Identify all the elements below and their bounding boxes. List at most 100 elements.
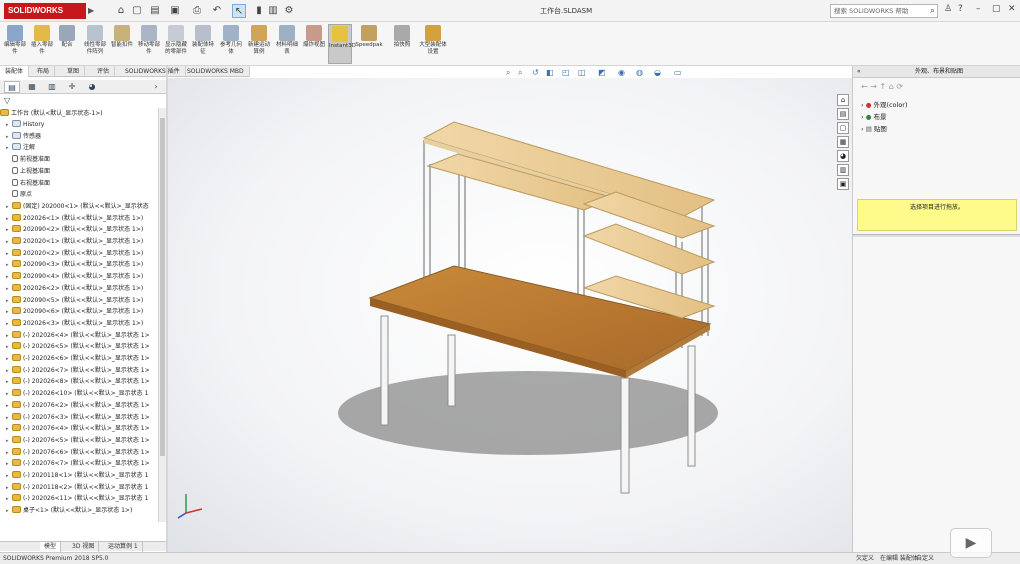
appearances-tab-icon[interactable]: ◕ (837, 150, 849, 162)
collapse-icon[interactable]: « (857, 66, 861, 78)
save-icon[interactable]: ▣ (168, 4, 182, 18)
tree-node[interactable]: ▸ (-) 202026<5> (默认<<默认>_显示状态 1> (0, 341, 158, 352)
edit-appearance-icon[interactable]: ◍ (636, 68, 643, 77)
command-tab-0[interactable]: 装配体 (0, 66, 30, 77)
tree-node[interactable]: 右视基准面 (0, 178, 158, 189)
status-units[interactable]: 自定义 (916, 554, 934, 564)
hide-show-icon[interactable]: ◉ (618, 68, 625, 77)
tree-node[interactable]: ▸ 202026<3> (默认<<默认>_显示状态 1>) (0, 318, 158, 329)
view-settings-icon[interactable]: ▭ (674, 68, 682, 77)
bottom-tab-0[interactable]: 模型 (40, 542, 62, 552)
feature-manager-tab-icon[interactable]: ▤ (4, 81, 20, 93)
tree-node[interactable]: ▸ (-) 2020118<2> (默认<<默认>_显示状态 1 (0, 482, 158, 493)
select-icon[interactable]: ↖ (232, 4, 246, 18)
home-tab-icon[interactable]: ⌂ (837, 94, 849, 106)
tree-node[interactable]: ▸ (-) 202076<7> (默认<<默认>_显示状态 1> (0, 458, 158, 469)
ribbon-button-1[interactable]: 插入零部件 (30, 24, 54, 64)
section-view-icon[interactable]: ◧ (546, 68, 554, 77)
user-icon[interactable]: ♙ (944, 4, 952, 14)
task-pane-splitter[interactable] (853, 234, 1020, 237)
tree-node[interactable]: ▸ 202020<1> (默认<<默认>_显示状态 1>) (0, 236, 158, 247)
search-icon[interactable]: ⌕ (930, 5, 935, 17)
tree-node[interactable]: ▸ (-) 202076<6> (默认<<默认>_显示状态 1> (0, 447, 158, 458)
tree-node[interactable]: ▸ 202026<1> (默认<<默认>_显示状态 1>) (0, 213, 158, 224)
ribbon-button-9[interactable]: 新建运动算例 (246, 24, 272, 64)
close-icon[interactable]: ✕ (1008, 4, 1016, 14)
rebuild-icon[interactable]: ▮ (252, 4, 266, 18)
home-icon[interactable]: ⌂ (114, 4, 128, 18)
tree-node[interactable]: ▸ 桌子<1> (默认<<默认>_显示状态 1>) (0, 505, 158, 516)
command-tab-3[interactable]: 评估 (92, 66, 116, 77)
tree-node[interactable]: ▸ (-) 202076<2> (默认<<默认>_显示状态 1> (0, 400, 158, 411)
expand-arrow-icon[interactable]: › (861, 125, 864, 133)
options-icon[interactable]: ⚙ (282, 4, 296, 18)
ribbon-button-5[interactable]: 移动零部件 (136, 24, 162, 64)
dimxpert-tab-icon[interactable]: ✛ (64, 81, 80, 93)
forum-tab-icon[interactable]: ▣ (837, 178, 849, 190)
tree-node[interactable]: 上视基准面 (0, 166, 158, 177)
ribbon-button-6[interactable]: 显示隐藏的零部件 (164, 24, 188, 64)
decal-folder[interactable]: › ▤ 贴图 (861, 124, 887, 134)
bottom-tab-1[interactable]: 3D 视图 (68, 542, 100, 552)
tree-node[interactable]: 前视基准面 (0, 154, 158, 165)
tree-node[interactable]: ▸ 202020<2> (默认<<默认>_显示状态 1>) (0, 248, 158, 259)
scene-icon[interactable]: ◒ (654, 68, 661, 77)
tree-node[interactable]: ▸ 传感器 (0, 131, 158, 142)
home-small-icon[interactable]: ⌂ (889, 82, 894, 91)
command-tab-2[interactable]: 草图 (62, 66, 86, 77)
zoom-to-fit-icon[interactable]: ⌕ (506, 68, 510, 78)
back-icon[interactable]: ← (861, 82, 868, 91)
ribbon-button-0[interactable]: 编辑零部件 (4, 24, 26, 64)
tree-node[interactable]: ▸ (-) 202026<7> (默认<<默认>_显示状态 1> (0, 365, 158, 376)
design-library-tab-icon[interactable]: ▤ (837, 108, 849, 120)
refresh-icon[interactable]: ⟳ (896, 82, 903, 91)
open-icon[interactable]: ▤ (148, 4, 162, 18)
print-icon[interactable]: ⎙ (190, 4, 204, 18)
new-document-icon[interactable]: ▢ (130, 4, 144, 18)
ribbon-button-2[interactable]: 配合 (56, 24, 78, 64)
ribbon-button-12[interactable]: Instant3D (328, 24, 356, 64)
tree-node[interactable]: ▸ 202090<6> (默认<<默认>_显示状态 1>) (0, 306, 158, 317)
help-icon[interactable]: ? (958, 4, 963, 14)
tree-node[interactable]: ▸ (-) 202076<5> (默认<<默认>_显示状态 1> (0, 435, 158, 446)
undo-icon[interactable]: ↶ (210, 4, 224, 18)
property-manager-tab-icon[interactable]: ▦ (24, 81, 40, 93)
view-orientation-icon[interactable]: ◫ (578, 68, 586, 77)
display-manager-tab-icon[interactable]: ◕ (84, 81, 100, 93)
menu-arrow-icon[interactable]: ▶ (88, 6, 94, 15)
tree-node[interactable]: ▸ (-) 202076<3> (默认<<默认>_显示状态 1> (0, 412, 158, 423)
scrollbar-thumb[interactable] (160, 118, 165, 456)
tree-node[interactable]: ▸ 202090<2> (默认<<默认>_显示状态 1>) (0, 224, 158, 235)
dynamic-annotation-icon[interactable]: ◰ (562, 68, 570, 77)
tree-node[interactable]: ▸ 202026<2> (默认<<默认>_显示状态 1>) (0, 283, 158, 294)
bottom-tab-2[interactable]: 运动算例 1 (104, 542, 143, 552)
ribbon-button-11[interactable]: 爆炸视图 (302, 24, 326, 64)
tree-node[interactable]: ▸ (-) 202026<10> (默认<<默认>_显示状态 1 (0, 388, 158, 399)
tree-scrollbar[interactable] (158, 108, 166, 522)
tree-node[interactable]: ▸ (固定) 202000<1> (默认<<默认>_显示状态 (0, 201, 158, 212)
previous-view-icon[interactable]: ↺ (532, 68, 539, 77)
expand-panel-icon[interactable]: › (148, 81, 164, 93)
up-icon[interactable]: ↑ (880, 82, 887, 91)
workbench-model[interactable] (168, 78, 852, 552)
help-search-input[interactable]: 搜索 SOLIDWORKS 帮助 ⌕ (830, 4, 938, 18)
tree-node[interactable]: ▸ (-) 202026<6> (默认<<默认>_显示状态 1> (0, 353, 158, 364)
view-palette-tab-icon[interactable]: ▦ (837, 136, 849, 148)
tree-node[interactable]: ▸ 202090<4> (默认<<默认>_显示状态 1>) (0, 271, 158, 282)
ribbon-button-10[interactable]: 材料明细表 (274, 24, 300, 64)
graphics-area[interactable] (168, 78, 852, 552)
tree-node[interactable]: ▸ (-) 202026<4> (默认<<默认>_显示状态 1> (0, 330, 158, 341)
ribbon-button-14[interactable]: 拍快照 (390, 24, 414, 64)
restore-icon[interactable]: ▢ (992, 4, 1001, 14)
minimize-icon[interactable]: – (976, 4, 981, 14)
ribbon-button-3[interactable]: 线性零部件阵列 (82, 24, 108, 64)
command-tab-1[interactable]: 布局 (32, 66, 56, 77)
expand-arrow-icon[interactable]: › (861, 101, 864, 109)
tree-node[interactable]: ▸ 202090<5> (默认<<默认>_显示状态 1>) (0, 295, 158, 306)
ribbon-button-8[interactable]: 参考几何体 (218, 24, 244, 64)
command-tab-5[interactable]: SOLIDWORKS MBD (182, 66, 250, 77)
tree-node[interactable]: ▸ (-) 202026<11> (默认<<默认>_显示状态 1 (0, 493, 158, 504)
file-properties-icon[interactable]: ▥ (266, 4, 280, 18)
filter-icon[interactable]: ▽ (4, 96, 10, 105)
expand-arrow-icon[interactable]: › (861, 113, 864, 121)
